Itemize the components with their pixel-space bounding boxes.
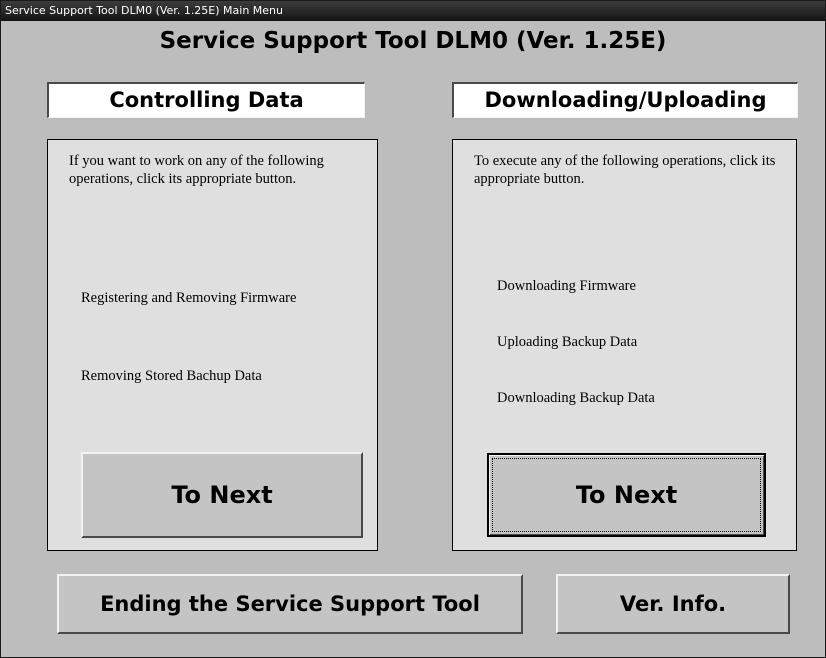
main-menu-window: Service Support Tool DLM0 (Ver. 1.25E) M… [0,0,826,658]
controlling-next-button[interactable]: To Next [81,452,363,538]
operation-download-backup: Downloading Backup Data [497,390,655,406]
operation-download-firmware: Downloading Firmware [497,278,636,294]
downloading-uploading-header: Downloading/Uploading [452,82,798,118]
page-title: Service Support Tool DLM0 (Ver. 1.25E) [159,28,667,54]
operation-upload-backup: Uploading Backup Data [497,334,638,350]
controlling-instruction: If you want to work on any of the follow… [69,153,324,187]
downloading-uploading-panel: To execute any of the following operatio… [452,139,797,551]
version-info-button[interactable]: Ver. Info. [556,574,790,634]
downloading-instruction: To execute any of the following operatio… [474,153,776,187]
downloading-next-button[interactable]: To Next [487,453,766,537]
window-title: Service Support Tool DLM0 (Ver. 1.25E) M… [5,4,284,17]
operation-remove-stored-backup: Removing Stored Bachup Data [81,368,262,384]
controlling-data-header: Controlling Data [47,82,365,118]
operation-register-remove-firmware: Registering and Removing Firmware [81,290,297,306]
controlling-data-panel: If you want to work on any of the follow… [47,139,378,551]
window-titlebar: Service Support Tool DLM0 (Ver. 1.25E) M… [1,1,825,21]
end-tool-button[interactable]: Ending the Service Support Tool [57,574,523,634]
